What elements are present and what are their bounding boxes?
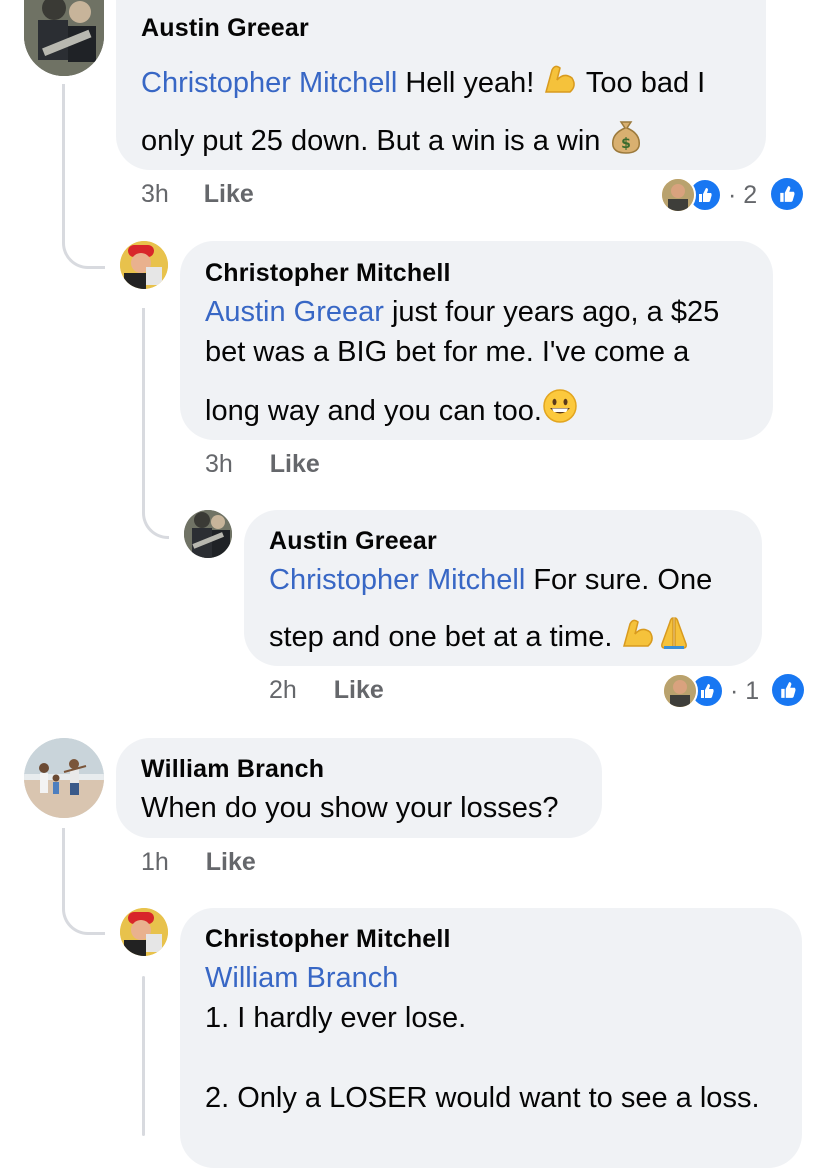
mention-link[interactable]: William Branch — [205, 962, 398, 995]
svg-text:$: $ — [621, 136, 631, 152]
grinning-face-icon — [542, 388, 578, 432]
reaction-summary[interactable]: · 1 — [662, 673, 765, 709]
avatar-photo — [184, 510, 232, 558]
like-icon[interactable] — [772, 674, 804, 706]
comment-timestamp[interactable]: 3h — [141, 180, 169, 208]
avatar-photo — [24, 0, 104, 76]
comment-text: Austin Greear just four years ago, a $25 — [205, 296, 720, 328]
reactor-avatar — [660, 177, 696, 213]
comment-timestamp[interactable]: 1h — [141, 848, 169, 876]
comment-text-line2: bet was a BIG bet for me. I've come a — [205, 336, 690, 368]
avatar[interactable] — [120, 241, 168, 289]
avatar[interactable] — [24, 0, 104, 76]
comment-meta: 1h Like — [141, 848, 256, 877]
comment-timestamp[interactable]: 2h — [269, 676, 297, 704]
reaction-summary[interactable]: · 2 — [660, 177, 763, 213]
thread-connector — [62, 828, 105, 935]
like-button[interactable]: Like — [334, 676, 384, 704]
comment-author[interactable]: Christopher Mitchell — [205, 259, 451, 288]
comment-text: When do you show your losses? — [141, 792, 559, 824]
like-button[interactable]: Like — [270, 450, 320, 478]
like-button[interactable]: Like — [204, 180, 254, 208]
flexed-biceps-icon — [620, 616, 656, 658]
mention-link[interactable]: Austin Greear — [205, 296, 384, 328]
comment-text-line2: step and one bet at a time. — [269, 616, 692, 658]
comment-text-line3: long way and you can too. — [205, 388, 578, 432]
comment-meta: 3h Like — [141, 180, 254, 209]
comment-author[interactable]: William Branch — [141, 755, 324, 784]
folded-hands-icon — [656, 616, 692, 658]
mention-link[interactable]: Christopher Mitchell — [141, 67, 397, 99]
comment-text-line2: only put 25 down. But a win is a win $ — [141, 118, 643, 162]
comment-text: Christopher Mitchell Hell yeah! Too bad … — [141, 62, 705, 104]
comment-timestamp[interactable]: 3h — [205, 450, 233, 478]
thread-connector — [142, 308, 169, 539]
reactor-avatar — [662, 673, 698, 709]
avatar[interactable] — [24, 738, 104, 818]
thread-line — [142, 976, 145, 1136]
comment-text: Christopher Mitchell For sure. One — [269, 564, 713, 596]
comment-author[interactable]: Christopher Mitchell — [205, 925, 451, 954]
thread-connector — [62, 84, 105, 269]
comment-meta: 3h Like — [205, 450, 320, 479]
like-icon[interactable] — [771, 178, 803, 210]
avatar-photo — [24, 738, 104, 818]
flexed-biceps-icon — [542, 62, 578, 104]
money-bag-icon: $ — [609, 118, 643, 162]
reaction-count: · 2 — [728, 180, 758, 209]
like-button[interactable]: Like — [206, 848, 256, 876]
comment-text: 1. I hardly ever lose. — [205, 1002, 467, 1034]
mention-link[interactable]: Christopher Mitchell — [269, 564, 525, 596]
avatar[interactable] — [184, 510, 232, 558]
avatar[interactable] — [120, 908, 168, 956]
comment-author[interactable]: Austin Greear — [141, 14, 309, 43]
comment-text-line2: 2. Only a LOSER would want to see a loss… — [205, 1082, 760, 1114]
avatar-photo — [120, 241, 168, 289]
reaction-count: · 1 — [730, 676, 760, 705]
comment-author[interactable]: Austin Greear — [269, 527, 437, 556]
comment-meta: 2h Like — [269, 676, 384, 705]
avatar-photo — [120, 908, 168, 956]
